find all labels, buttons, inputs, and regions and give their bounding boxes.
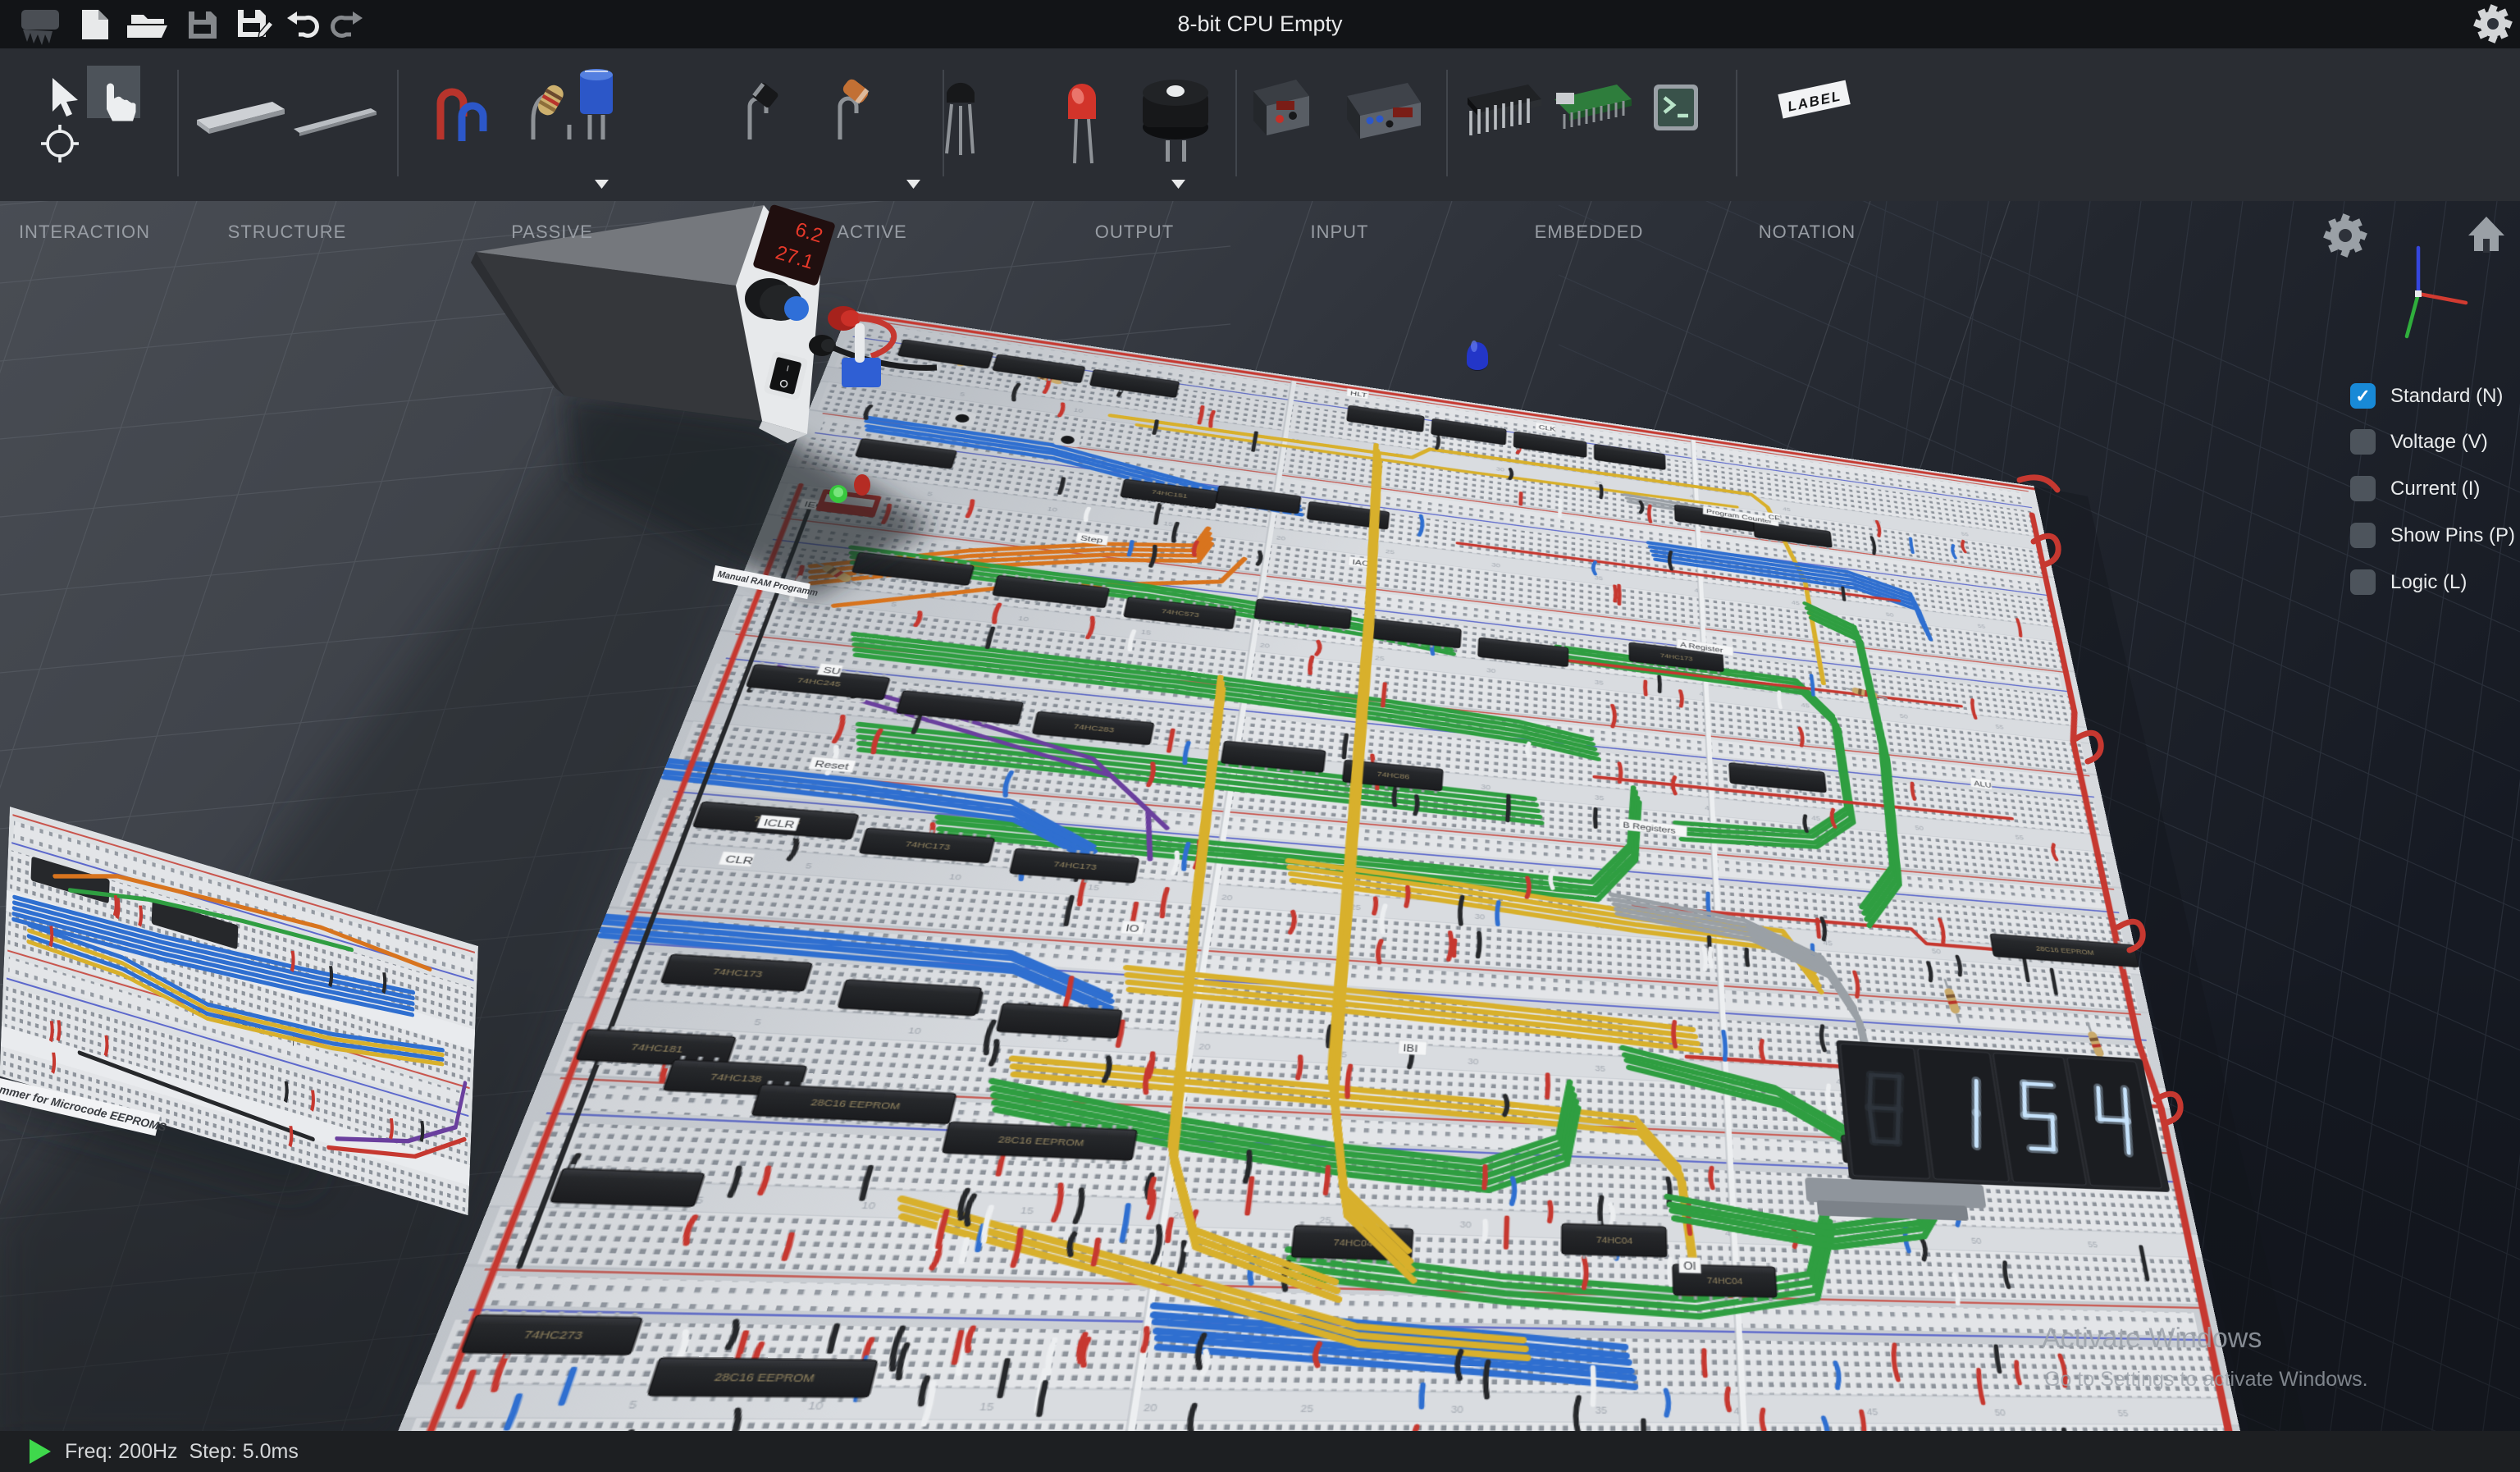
svg-text:mmer for Microcode EEPROMS: mmer for Microcode EEPROMS <box>0 1082 168 1134</box>
